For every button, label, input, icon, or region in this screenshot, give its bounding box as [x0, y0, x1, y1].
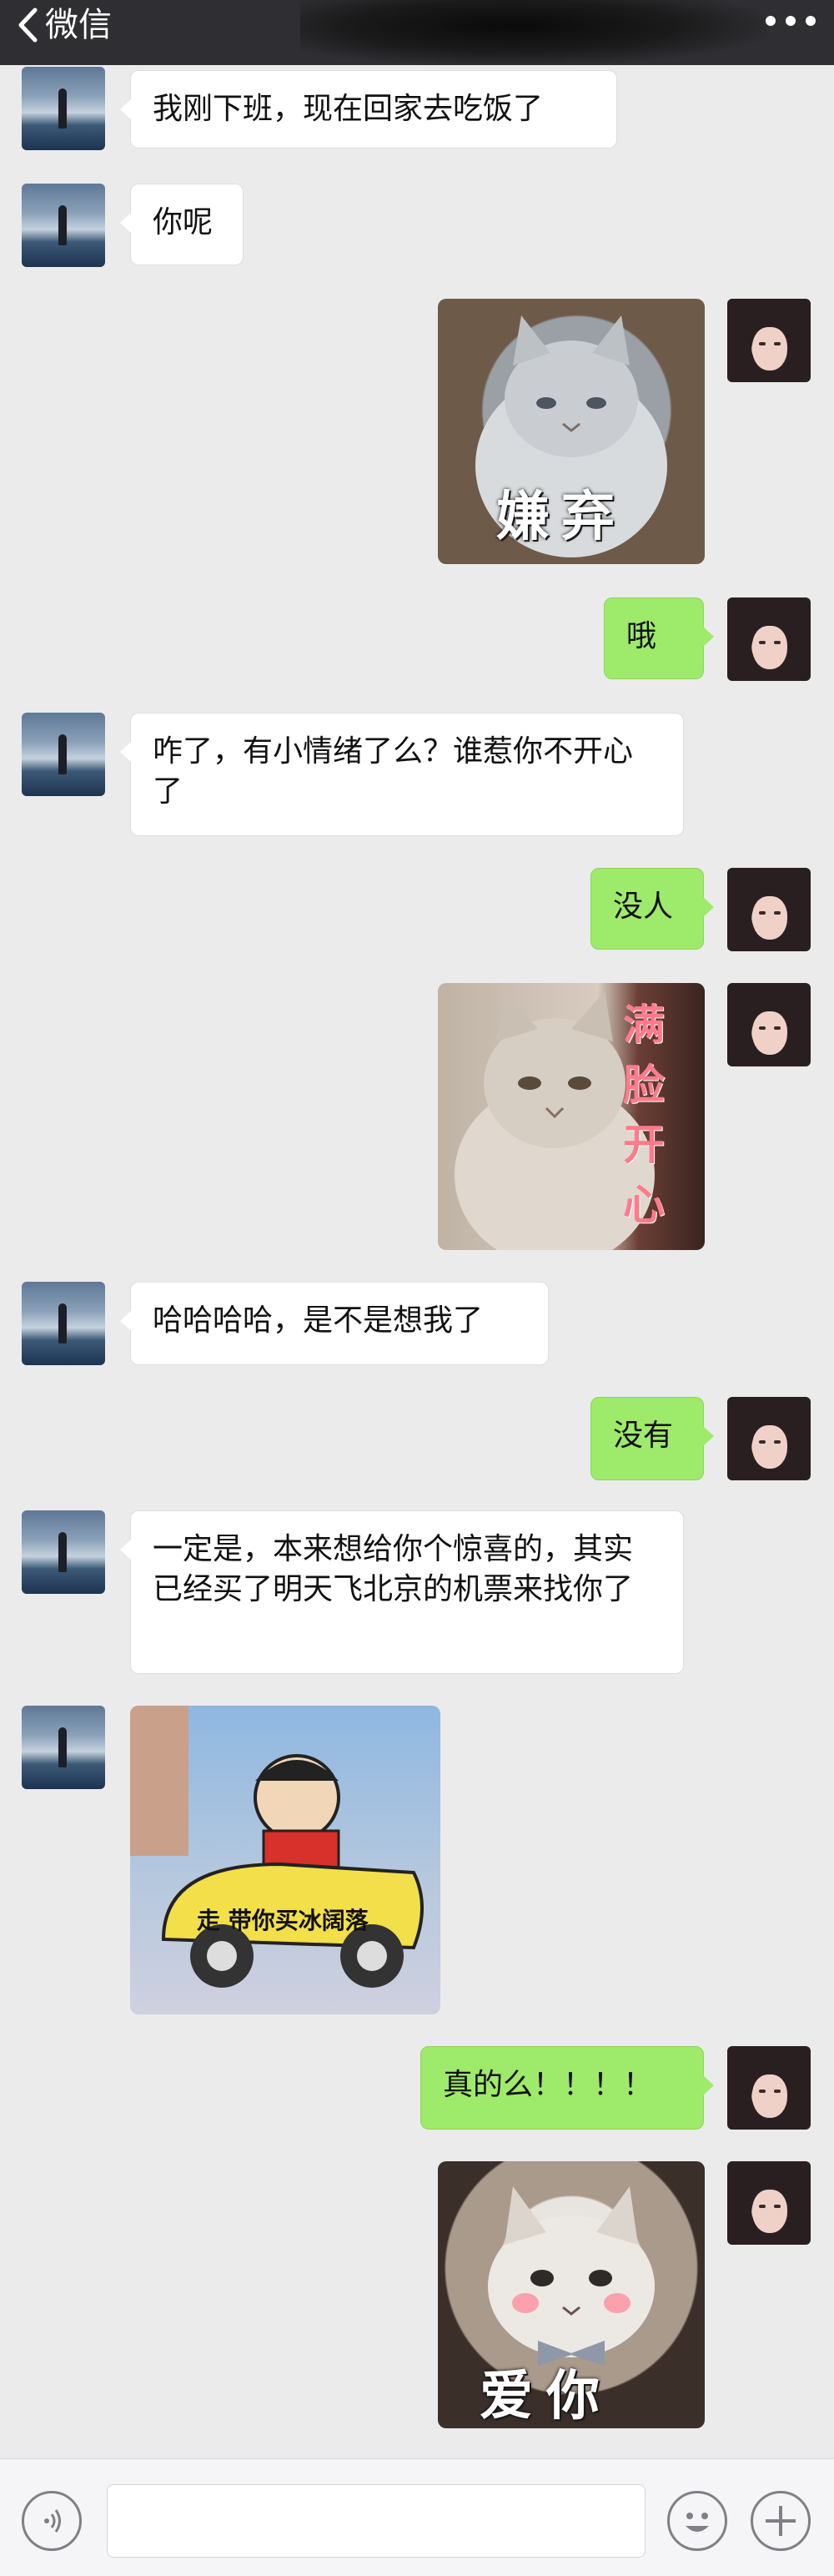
contact-avatar[interactable] — [22, 184, 105, 267]
input-bar — [0, 2458, 834, 2576]
sticker-image[interactable]: 走 带你买冰阔落 — [130, 1706, 440, 2014]
voice-button[interactable] — [22, 2491, 82, 2551]
back-label: 微信 — [45, 6, 112, 44]
sticker-caption: 嫌弃 — [496, 486, 626, 548]
message-bubble[interactable]: 真的么！！！！ — [420, 2046, 714, 2130]
self-avatar[interactable] — [727, 983, 811, 1066]
self-avatar[interactable] — [727, 2161, 811, 2245]
message-bubble[interactable]: 哦 — [604, 597, 714, 679]
emoji-button[interactable] — [667, 2491, 727, 2551]
sticker-caption: 走 带你买冰阔落 — [197, 1907, 369, 1934]
sticker-image[interactable]: 嫌弃 — [438, 299, 705, 564]
self-avatar[interactable] — [727, 2046, 811, 2130]
chevron-left-icon — [18, 8, 38, 43]
plus-icon — [766, 2506, 796, 2536]
self-avatar[interactable] — [727, 299, 811, 382]
contact-avatar[interactable] — [22, 713, 105, 796]
scribble-overlay — [300, 0, 767, 65]
sticker-caption: 爱你 — [480, 2366, 613, 2427]
back-button[interactable]: 微信 — [17, 0, 112, 50]
emoji-icon — [686, 2513, 709, 2532]
message-bubble[interactable]: 没有 — [590, 1397, 714, 1480]
self-avatar[interactable] — [727, 597, 811, 681]
contact-avatar[interactable] — [22, 67, 105, 150]
title-bar: 微信 — [0, 0, 834, 65]
self-avatar[interactable] — [727, 868, 811, 951]
more-button[interactable] — [766, 8, 816, 33]
contact-avatar[interactable] — [22, 1510, 105, 1594]
message-bubble[interactable]: 咋了，有小情绪了么？谁惹你不开心了 — [120, 713, 684, 836]
voice-icon — [44, 2509, 61, 2533]
plus-button[interactable] — [751, 2491, 811, 2551]
message-bubble[interactable]: 没人 — [590, 868, 714, 950]
more-dot — [806, 16, 816, 26]
more-dot — [766, 16, 776, 26]
sticker-image[interactable]: 爱你 — [438, 2161, 705, 2428]
message-bubble[interactable]: 哈哈哈哈，是不是想我了 — [120, 1282, 549, 1365]
sticker-image[interactable]: 满脸开心 — [438, 983, 705, 1250]
contact-avatar[interactable] — [22, 1282, 105, 1365]
more-dot — [786, 16, 796, 26]
contact-avatar[interactable] — [22, 1706, 105, 1789]
message-bubble[interactable]: 一定是，本来想给你个惊喜的，其实已经买了明天飞北京的机票来找你了 — [120, 1510, 684, 1674]
message-input[interactable] — [107, 2484, 646, 2558]
self-avatar[interactable] — [727, 1397, 811, 1480]
sticker-caption: 满脸开心 — [623, 1001, 665, 1229]
message-bubble[interactable]: 你呢 — [120, 184, 244, 265]
cartoon-car-drawing — [130, 1706, 424, 1988]
message-bubble[interactable]: 我刚下班，现在回家去吃饭了 — [120, 70, 617, 149]
